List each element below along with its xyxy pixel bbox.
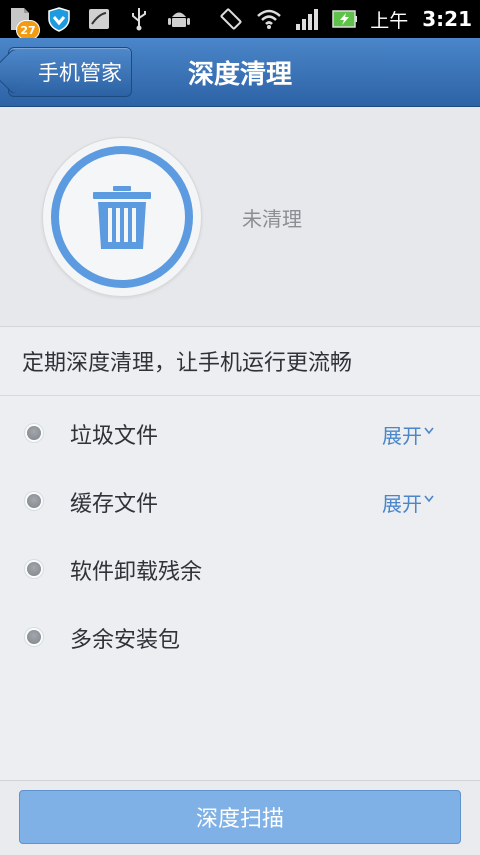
cleanup-status-text: 未清理 [242,207,302,231]
cleanup-category-list: 垃圾文件 展开 缓存文件 展开 软件卸载残余 多余安装包 [0,398,480,670]
list-item-label: 软件卸载残余 [70,560,203,585]
bullet-dot-icon [27,630,41,644]
chevron-down-icon [424,495,434,502]
status-clock: 3:21 [422,7,472,31]
footer-bar: 深度扫描 [0,780,480,855]
wifi-icon [256,6,282,32]
trash-icon [93,186,151,249]
back-button-label: 手机管家 [38,61,122,85]
cleanup-status-panel: 未清理 [0,107,480,327]
list-item-label: 垃圾文件 [70,424,159,449]
expand-label: 展开 [382,492,422,516]
expand-label: 展开 [382,424,422,448]
status-bar: 27 上午 3:21 [0,0,480,40]
status-ampm: 上午 [370,9,409,32]
cell-signal-icon [294,6,320,32]
expand-button[interactable]: 展开 [382,420,434,449]
tagline-text: 定期深度清理，让手机运行更流畅 [22,351,353,376]
bullet-dot-icon [27,494,41,508]
bullet-dot-icon [27,426,41,440]
chevron-down-icon [424,427,434,434]
progress-ring-track [51,146,193,288]
list-item-label: 缓存文件 [70,492,159,517]
list-item-label: 多余安装包 [70,628,181,653]
shield-icon [46,6,72,32]
title-bar: 手机管家 深度清理 [0,38,480,107]
app-notification-icon[interactable]: 27 [6,6,40,40]
bullet-dot-icon [27,562,41,576]
expand-button[interactable]: 展开 [382,488,434,517]
list-item-junk-files[interactable]: 垃圾文件 展开 [0,398,480,466]
android-icon [166,6,192,32]
signal-app-icon [86,6,112,32]
notification-count-badge: 27 [16,20,40,40]
tagline-row: 定期深度清理，让手机运行更流畅 [0,327,480,396]
list-item-cache-files[interactable]: 缓存文件 展开 [0,466,480,534]
deep-scan-button[interactable]: 深度扫描 [19,790,461,844]
back-button[interactable]: 手机管家 [8,47,132,97]
cleanup-progress-ring [42,137,202,297]
usb-icon [126,6,152,32]
battery-charging-icon [332,6,358,32]
rotation-icon [218,6,244,32]
list-item-uninstall-residue[interactable]: 软件卸载残余 [0,534,480,602]
list-item-redundant-packages[interactable]: 多余安装包 [0,602,480,670]
